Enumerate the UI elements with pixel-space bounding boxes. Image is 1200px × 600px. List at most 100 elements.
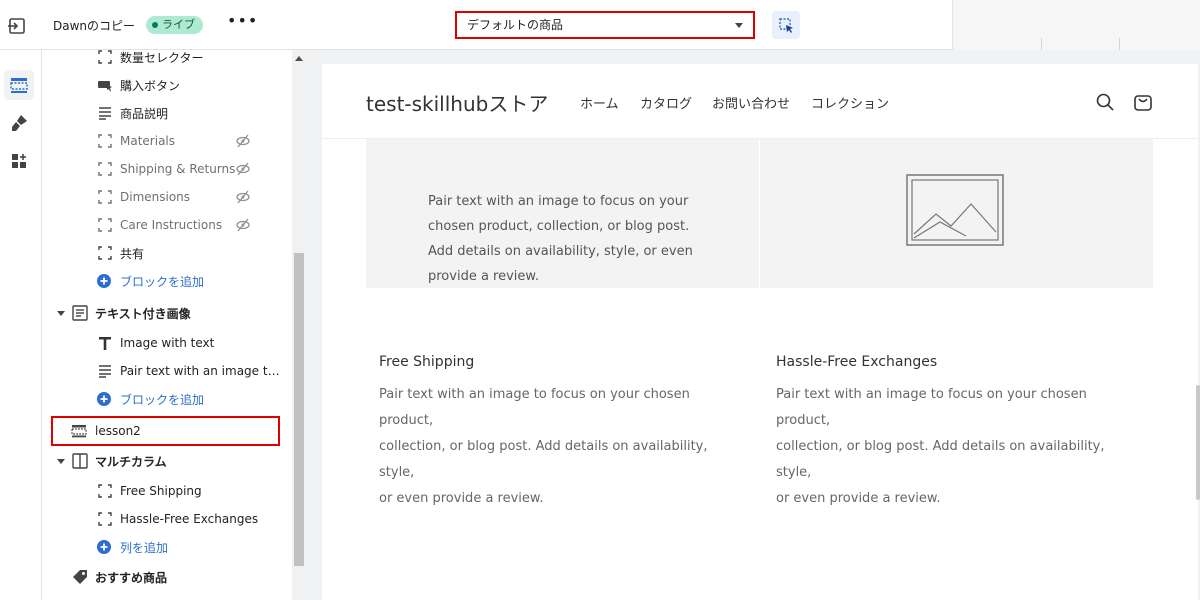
- divider: [759, 124, 760, 288]
- store-name[interactable]: test-skillhubストア: [366, 88, 548, 117]
- block-label: 購入ボタン: [120, 78, 181, 93]
- text-line: chosen product, collection, or blog post…: [428, 219, 690, 234]
- eye-off-icon[interactable]: [235, 189, 251, 205]
- plus-circle-icon: [97, 392, 111, 406]
- multicolumn-column[interactable]: Free Shipping Pair text with an image to…: [379, 354, 744, 512]
- left-rail: [0, 50, 42, 600]
- text-line: Pair text with an image to focus on your…: [776, 387, 1087, 428]
- block-item[interactable]: 数量セレクター: [42, 50, 292, 70]
- section-multicolumn[interactable]: マルチカラム: [42, 448, 292, 474]
- nav-link[interactable]: ホーム: [580, 93, 619, 112]
- live-label: ライブ: [162, 18, 195, 31]
- cart-icon[interactable]: [1132, 91, 1154, 113]
- nav-link[interactable]: お問い合わせ: [712, 93, 790, 112]
- search-icon[interactable]: [1094, 91, 1116, 113]
- section-label: おすすめ商品: [95, 570, 168, 585]
- sections-icon: [10, 78, 28, 93]
- nav-link[interactable]: コレクション: [811, 93, 889, 112]
- text-line: or even provide a review.: [379, 491, 544, 506]
- block-dashed-icon: [98, 162, 112, 176]
- block-item[interactable]: Free Shipping: [42, 478, 292, 504]
- block-item[interactable]: Image with text: [42, 330, 292, 356]
- section-featured-products[interactable]: おすすめ商品: [42, 564, 292, 590]
- block-dashed-icon: [98, 246, 112, 260]
- section-layout-icon: [71, 425, 87, 438]
- template-select[interactable]: デフォルトの商品: [455, 11, 755, 39]
- block-dashed-icon: [98, 50, 112, 64]
- exit-icon[interactable]: [6, 15, 28, 37]
- text-line: collection, or blog post. Add details on…: [776, 439, 1105, 480]
- more-actions-button[interactable]: •••: [227, 12, 257, 34]
- block-dashed-icon: [98, 190, 112, 204]
- section-lesson2[interactable]: lesson2: [42, 418, 292, 444]
- eye-off-icon[interactable]: [235, 161, 251, 177]
- paintbrush-icon: [12, 115, 27, 131]
- image-with-text-section[interactable]: Pair text with an image to focus on your…: [366, 124, 1153, 288]
- buy-button-icon: [98, 81, 112, 92]
- divider: [1041, 38, 1042, 50]
- block-label: 商品説明: [120, 106, 169, 121]
- sidebar-scrollbar[interactable]: [292, 50, 306, 600]
- column-title: Free Shipping: [379, 354, 475, 370]
- block-label: Materials: [120, 134, 176, 148]
- block-dashed-icon: [98, 218, 112, 232]
- text-line: Add details on availability, style, or e…: [428, 244, 693, 259]
- add-column-button[interactable]: 列を追加: [42, 534, 292, 560]
- eye-off-icon[interactable]: [235, 133, 251, 149]
- column-title: Hassle-Free Exchanges: [776, 354, 938, 370]
- chevron-down-icon: [735, 23, 743, 28]
- block-item[interactable]: Materials: [42, 128, 292, 154]
- text-line: or even provide a review.: [776, 491, 941, 506]
- block-label: Care Instructions: [120, 218, 223, 232]
- block-item[interactable]: Shipping & Returns: [42, 156, 292, 182]
- block-item[interactable]: Pair text with an image to f...: [42, 358, 292, 384]
- section-label: lesson2: [95, 424, 141, 438]
- sections-nav-button[interactable]: [4, 70, 34, 100]
- block-item[interactable]: 共有: [42, 240, 292, 266]
- store-preview: Pair text with an image to focus on your…: [322, 64, 1198, 600]
- text-lines-icon: [99, 365, 111, 378]
- eye-off-icon[interactable]: [235, 217, 251, 233]
- section-label: テキスト付き画像: [95, 306, 191, 321]
- multicolumn-column[interactable]: Hassle-Free Exchanges Pair text with an …: [776, 354, 1141, 512]
- toolbar-right-area: [952, 0, 1200, 50]
- text-line: provide a review.: [428, 269, 539, 284]
- top-bar: Dawnのコピー ライブ ••• デフォルトの商品: [0, 0, 1200, 50]
- scrollbar-thumb[interactable]: [294, 253, 304, 566]
- divider: [1119, 38, 1120, 50]
- block-label: Image with text: [120, 336, 215, 350]
- preview-scrollbar-thumb[interactable]: [1196, 385, 1200, 500]
- add-block-button[interactable]: ブロックを追加: [42, 386, 292, 412]
- column-text: Pair text with an image to focus on your…: [379, 382, 744, 512]
- block-dashed-icon: [98, 134, 112, 148]
- block-item[interactable]: 商品説明: [42, 100, 292, 126]
- block-item[interactable]: Hassle-Free Exchanges: [42, 506, 292, 532]
- block-label: Hassle-Free Exchanges: [120, 512, 259, 526]
- image-placeholder-icon: [906, 174, 1004, 246]
- add-block-button[interactable]: ブロックを追加: [42, 268, 292, 294]
- scroll-up-icon[interactable]: [295, 56, 303, 61]
- inspector-toggle-icon[interactable]: [772, 11, 800, 39]
- text-line: Pair text with an image to focus on your…: [379, 387, 690, 428]
- caret-down-icon[interactable]: [56, 305, 66, 321]
- section-image-with-text[interactable]: テキスト付き画像: [42, 300, 292, 326]
- block-dashed-icon: [98, 484, 112, 498]
- caret-down-icon[interactable]: [56, 453, 66, 469]
- block-label: 数量セレクター: [120, 50, 204, 65]
- text-heading-icon: [99, 337, 111, 350]
- block-item[interactable]: Dimensions: [42, 184, 292, 210]
- image-text-section-icon: [72, 305, 88, 321]
- block-dashed-icon: [98, 512, 112, 526]
- sections-sidebar: 数量セレクター 購入ボタン 商品説明 Materials Shipping & …: [42, 50, 292, 600]
- plus-circle-icon: [97, 540, 111, 554]
- image-with-text-body: Pair text with an image to focus on your…: [428, 189, 728, 289]
- apps-nav-button[interactable]: [4, 146, 34, 176]
- block-item[interactable]: 購入ボタン: [42, 72, 292, 98]
- block-item[interactable]: Care Instructions: [42, 212, 292, 238]
- theme-settings-nav-button[interactable]: [4, 108, 34, 138]
- template-select-value: デフォルトの商品: [467, 18, 564, 32]
- section-label: マルチカラム: [95, 454, 167, 469]
- theme-name: Dawnのコピー: [53, 19, 136, 33]
- nav-link[interactable]: カタログ: [640, 93, 692, 112]
- text-line: collection, or blog post. Add details on…: [379, 439, 708, 480]
